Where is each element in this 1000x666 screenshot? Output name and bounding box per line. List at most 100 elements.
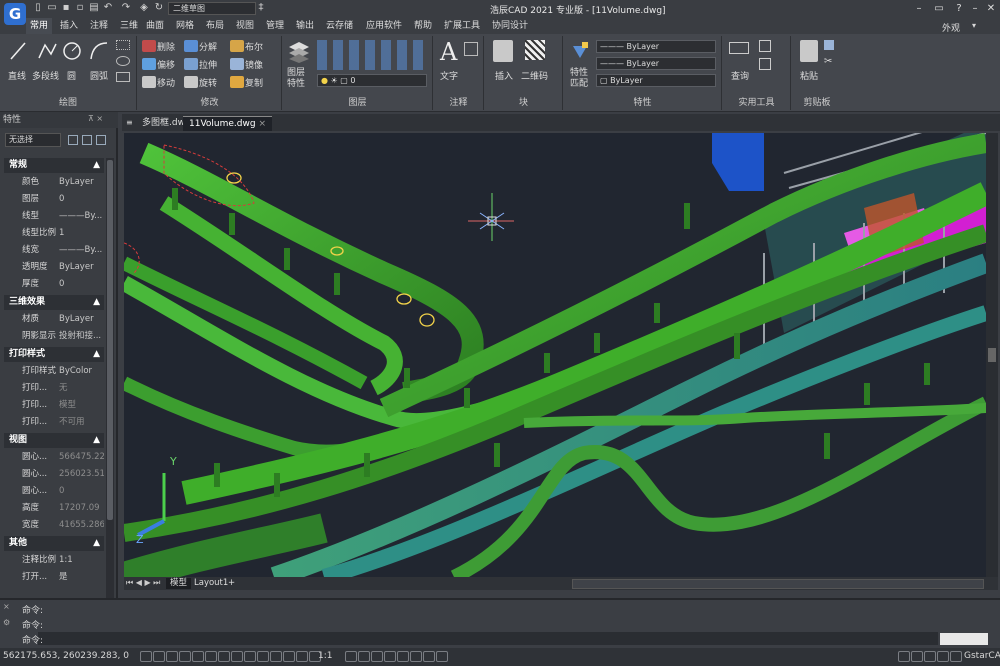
collapse-icon[interactable]: ▲ bbox=[93, 347, 100, 362]
paste-icon[interactable] bbox=[800, 40, 818, 62]
transparency-toggle-icon[interactable] bbox=[231, 651, 243, 662]
command-settings-icon[interactable]: ⚙ bbox=[3, 618, 10, 627]
redo-icon[interactable]: ↷ bbox=[120, 2, 132, 14]
match-properties-label[interactable]: 特性匹配 bbox=[570, 68, 592, 90]
polar-toggle-icon[interactable] bbox=[179, 651, 191, 662]
coordinate-readout[interactable]: 562175.653, 260239.283, 0 bbox=[3, 651, 129, 661]
qr-code-icon[interactable] bbox=[525, 40, 545, 60]
isolate-icon[interactable] bbox=[397, 651, 409, 662]
grid-toggle-icon[interactable] bbox=[140, 651, 152, 662]
selection-filter-toggle-icon[interactable] bbox=[296, 651, 308, 662]
polyline-tool-label[interactable]: 多段线 bbox=[32, 69, 59, 82]
property-value[interactable]: 无 bbox=[59, 380, 104, 397]
rotate-label[interactable]: 旋转 bbox=[199, 76, 217, 89]
layout-tab-2[interactable]: + bbox=[224, 578, 239, 589]
property-value[interactable]: 256023.518 bbox=[59, 466, 104, 483]
command-input[interactable] bbox=[38, 632, 938, 645]
circle-tool-label[interactable]: 圆 bbox=[67, 69, 76, 82]
property-value[interactable]: 17207.09 bbox=[59, 500, 104, 517]
property-value[interactable]: ByLayer bbox=[59, 259, 104, 276]
save-icon[interactable]: ▪ bbox=[60, 2, 72, 14]
line-tool-label[interactable]: 直线 bbox=[8, 69, 26, 82]
property-row[interactable]: 打印... 不可用 bbox=[4, 414, 104, 431]
annotation-scale[interactable]: 1:1 bbox=[318, 651, 332, 661]
ellipse-icon[interactable] bbox=[116, 56, 130, 66]
block-panel-title[interactable]: 块 bbox=[485, 95, 562, 108]
property-value[interactable]: 模型 bbox=[59, 397, 104, 414]
cube-icon[interactable]: ◈ bbox=[138, 2, 150, 14]
layout-nav-arrows[interactable]: ⏮ ◀ ▶ ⏭ bbox=[126, 578, 160, 588]
tab-1[interactable]: 插入 bbox=[56, 18, 82, 34]
layer-properties-label[interactable]: 图层特性 bbox=[287, 68, 313, 90]
tab-2[interactable]: 注释 bbox=[86, 18, 112, 34]
paste-label[interactable]: 粘贴 bbox=[800, 69, 818, 82]
property-row[interactable]: 高度 17207.09 bbox=[4, 500, 104, 517]
offset-icon[interactable] bbox=[142, 58, 156, 70]
section-header-4[interactable]: 其他 ▲ bbox=[4, 536, 104, 551]
property-row[interactable]: 打印... 模型 bbox=[4, 397, 104, 414]
line-icon[interactable] bbox=[8, 40, 28, 62]
polyline-icon[interactable] bbox=[37, 40, 57, 62]
close-button[interactable]: ✕ bbox=[984, 2, 998, 15]
otrack-toggle-icon[interactable] bbox=[205, 651, 217, 662]
fullscreen-icon[interactable] bbox=[950, 651, 962, 662]
workspace-icon[interactable] bbox=[371, 651, 383, 662]
lineweight-toggle-icon[interactable] bbox=[218, 651, 230, 662]
tab-5[interactable]: 网格 bbox=[172, 18, 198, 34]
tab-4[interactable]: 曲面 bbox=[142, 18, 168, 34]
layer-dropdown[interactable]: ● ☀ ▢ 0 bbox=[317, 74, 427, 87]
property-row[interactable]: 圆心... 566475.223 bbox=[4, 449, 104, 466]
property-row[interactable]: 打印样式 ByColor bbox=[4, 363, 104, 380]
stretch-icon[interactable] bbox=[184, 58, 198, 70]
rectangle-icon[interactable] bbox=[116, 72, 130, 82]
dyn-ucs-toggle-icon[interactable] bbox=[257, 651, 269, 662]
property-value[interactable]: ———By... bbox=[59, 208, 104, 225]
property-row[interactable]: 打印... 无 bbox=[4, 380, 104, 397]
property-value[interactable]: ByLayer bbox=[59, 174, 104, 191]
explode-label[interactable]: 分解 bbox=[199, 40, 217, 53]
tab-9[interactable]: 输出 bbox=[292, 18, 318, 34]
anno-monitor-icon[interactable] bbox=[911, 651, 923, 662]
collapse-icon[interactable]: ▲ bbox=[93, 158, 100, 173]
tab-10[interactable]: 云存储 bbox=[322, 18, 357, 34]
3d-osnap-toggle-icon[interactable] bbox=[270, 651, 282, 662]
canvas-horizontal-scrollbar[interactable] bbox=[572, 579, 984, 589]
modify-panel-title[interactable]: 修改 bbox=[138, 95, 281, 108]
insert-label[interactable]: 插入 bbox=[495, 69, 513, 82]
annotation-panel-title[interactable]: 注释 bbox=[434, 95, 483, 108]
app-logo[interactable]: G bbox=[4, 3, 26, 25]
lock-ui-icon[interactable] bbox=[384, 651, 396, 662]
property-row[interactable]: 线型比例 1 bbox=[4, 225, 104, 242]
tab-3[interactable]: 三维 bbox=[116, 18, 142, 34]
qr-code-label[interactable]: 二维码 bbox=[521, 69, 548, 82]
clipboard-panel-title[interactable]: 剪贴板 bbox=[792, 95, 842, 108]
clean-screen-icon[interactable] bbox=[423, 651, 435, 662]
layer-stack-icon[interactable] bbox=[287, 40, 311, 64]
chevron-down-icon[interactable]: ▾ bbox=[972, 21, 976, 30]
property-row[interactable]: 材质 ByLayer bbox=[4, 311, 104, 328]
tab-13[interactable]: 扩展工具 bbox=[440, 18, 484, 34]
arc-icon[interactable] bbox=[88, 40, 110, 62]
property-row[interactable]: 颜色 ByLayer bbox=[4, 174, 104, 191]
units-icon[interactable] bbox=[924, 651, 936, 662]
stretch-label[interactable]: 拉伸 bbox=[199, 58, 217, 71]
annotation-visibility-icon[interactable] bbox=[345, 651, 357, 662]
select-cycle-toggle-icon[interactable] bbox=[244, 651, 256, 662]
selection-dropdown[interactable]: 无选择 bbox=[5, 133, 61, 147]
property-row[interactable]: 宽度 41655.286 bbox=[4, 517, 104, 534]
property-value[interactable]: 投射和接... bbox=[59, 328, 104, 345]
settings-icon[interactable] bbox=[898, 651, 910, 662]
section-header-1[interactable]: 三维效果 ▲ bbox=[4, 295, 104, 310]
property-row[interactable]: 线宽 ———By... bbox=[4, 242, 104, 259]
quick-select-icon[interactable] bbox=[96, 135, 106, 145]
layer-tools-grid[interactable] bbox=[317, 40, 427, 70]
copy-clip-icon[interactable] bbox=[824, 40, 834, 50]
property-row[interactable]: 圆心... 0 bbox=[4, 483, 104, 500]
tab-menu-icon[interactable]: ≡ bbox=[126, 118, 133, 127]
draw-panel-title[interactable]: 绘图 bbox=[0, 95, 136, 108]
save-as-icon[interactable]: ▫ bbox=[74, 2, 86, 14]
section-header-3[interactable]: 视图 ▲ bbox=[4, 433, 104, 448]
circle-icon[interactable] bbox=[61, 40, 83, 62]
canvas-vscroll-thumb[interactable] bbox=[988, 348, 996, 362]
erase-icon[interactable] bbox=[142, 40, 156, 52]
